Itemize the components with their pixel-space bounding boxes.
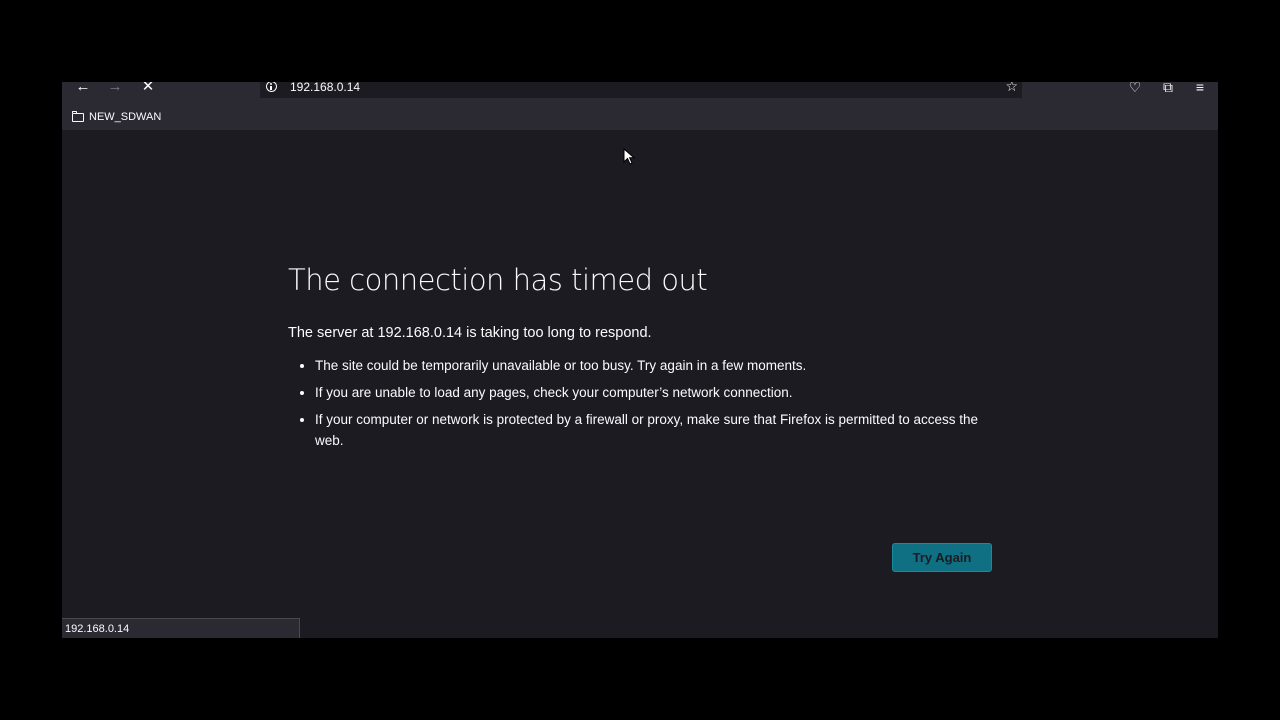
bookmark-folder-label: NEW_SDWAN [89,111,162,123]
list-item: If you are unable to load any pages, che… [315,382,993,403]
error-tips-list: The site could be temporarily unavailabl… [288,355,993,451]
stop-button[interactable]: ✕ [136,82,160,96]
address-bar[interactable]: 192.168.0.14 ☆ [260,82,1022,98]
site-info-icon[interactable] [266,82,277,92]
page-content: The connection has timed out The server … [62,130,1218,638]
bookmark-folder-new-sdwan[interactable]: NEW_SDWAN [72,109,161,125]
back-button[interactable]: ← [71,82,95,96]
hamburger-menu-icon: ≡ [1195,82,1205,95]
back-arrow-icon: ← [75,82,91,95]
error-container: The connection has timed out The server … [288,263,993,457]
browser-toolbar: ← → ✕ 192.168.0.14 ☆ ♡ ⧉ ≡ NEW_SDWAN [62,82,1218,130]
folder-icon [72,110,84,122]
list-item: The site could be temporarily unavailabl… [315,355,993,376]
extensions-button[interactable]: ⧉ [1157,82,1179,96]
bookmarks-toolbar: NEW_SDWAN [62,106,1218,128]
url-text[interactable]: 192.168.0.14 [290,82,360,94]
bookmark-star-icon[interactable]: ☆ [1005,82,1018,93]
stop-icon: ✕ [141,82,155,95]
menu-button[interactable]: ≡ [1189,82,1211,96]
try-again-button[interactable]: Try Again [892,543,992,572]
browser-window: ← → ✕ 192.168.0.14 ☆ ♡ ⧉ ≡ NEW_SDWAN The… [62,82,1218,638]
mouse-cursor-icon [623,148,636,165]
status-bar: 192.168.0.14 [62,618,300,638]
list-item: If your computer or network is protected… [315,409,993,451]
pocket-button[interactable]: ♡ [1124,82,1146,96]
navigation-row: ← → ✕ 192.168.0.14 ☆ ♡ ⧉ ≡ [62,82,1218,100]
pocket-icon: ♡ [1128,82,1142,95]
forward-arrow-icon: → [107,82,123,95]
extensions-icon: ⧉ [1163,82,1173,95]
error-title: The connection has timed out [288,263,708,297]
error-description: The server at 192.168.0.14 is taking too… [288,325,652,341]
forward-button[interactable]: → [103,82,127,96]
